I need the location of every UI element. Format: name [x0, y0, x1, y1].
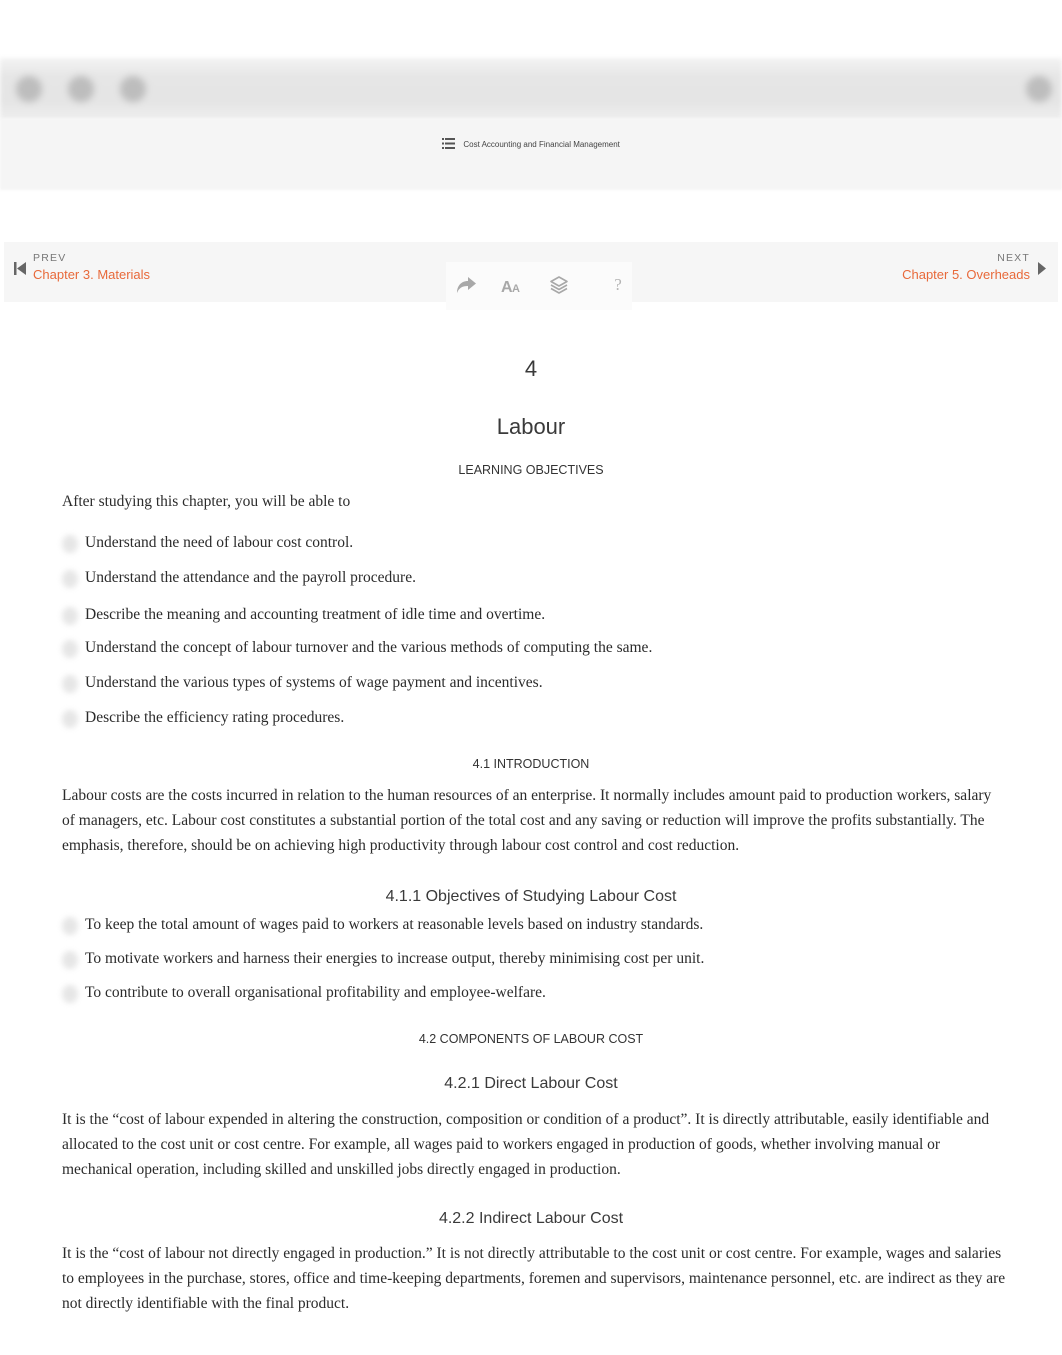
next-label: NEXT [997, 252, 1030, 264]
bullet-icon [62, 675, 78, 693]
toc-bar-background [0, 118, 1062, 190]
svg-text:A: A [512, 283, 520, 293]
toolbar-button-right-icon[interactable] [1026, 76, 1052, 102]
toolbar-button-3-icon[interactable] [120, 76, 146, 102]
introduction-paragraph: Labour costs are the costs incurred in r… [62, 787, 992, 854]
chapter-number: 4 [524, 356, 538, 381]
bullet-icon [62, 535, 78, 553]
bullet-icon [62, 607, 78, 625]
direct-labour-paragraph: It is the “cost of labour expended in al… [62, 1111, 990, 1178]
font-size-icon[interactable]: AA [497, 272, 527, 298]
subsection-heading-direct: 4.2.1 Direct Labour Cost [444, 1075, 618, 1092]
toolbar-button-1-icon[interactable] [16, 76, 42, 102]
bullet-icon [62, 570, 78, 588]
section-heading-components: 4.2 COMPONENTS OF LABOUR COST [418, 1032, 644, 1046]
help-button[interactable]: ? [603, 272, 633, 298]
prev-chapter-link[interactable]: Chapter 3. Materials [33, 267, 150, 282]
chapter-title: Labour [496, 414, 566, 439]
indirect-labour-paragraph: It is the “cost of labour not directly e… [62, 1245, 1006, 1312]
section-heading-introduction: 4.1 INTRODUCTION [472, 757, 590, 771]
bullet-icon [62, 985, 78, 1003]
subsection-heading-objectives: 4.1.1 Objectives of Studying Labour Cost [385, 888, 677, 905]
toolbar-button-2-icon[interactable] [68, 76, 94, 102]
bullet-icon [62, 640, 78, 658]
bullet-icon [62, 710, 78, 728]
play-next-icon[interactable] [1038, 262, 1046, 280]
prev-label: PREV [33, 252, 67, 264]
subsection-heading-indirect: 4.2.2 Indirect Labour Cost [438, 1210, 624, 1227]
bullet-icon [62, 917, 78, 935]
book-title[interactable]: Cost Accounting and Financial Management [463, 140, 620, 149]
skip-previous-icon[interactable] [14, 262, 26, 280]
list-icon [442, 138, 456, 151]
next-chapter-link[interactable]: Chapter 5. Overheads [902, 267, 1030, 282]
layers-icon[interactable] [544, 272, 574, 298]
objectives-intro: After studying this chapter, you will be… [62, 493, 351, 510]
bullet-icon [62, 951, 78, 969]
reader-tools: AA ? [446, 262, 632, 310]
top-toolbar [0, 58, 1062, 120]
table-of-contents-link[interactable]: Cost Accounting and Financial Management [0, 138, 1062, 151]
learning-objectives-heading: LEARNING OBJECTIVES [458, 463, 604, 477]
share-icon[interactable] [451, 272, 481, 298]
